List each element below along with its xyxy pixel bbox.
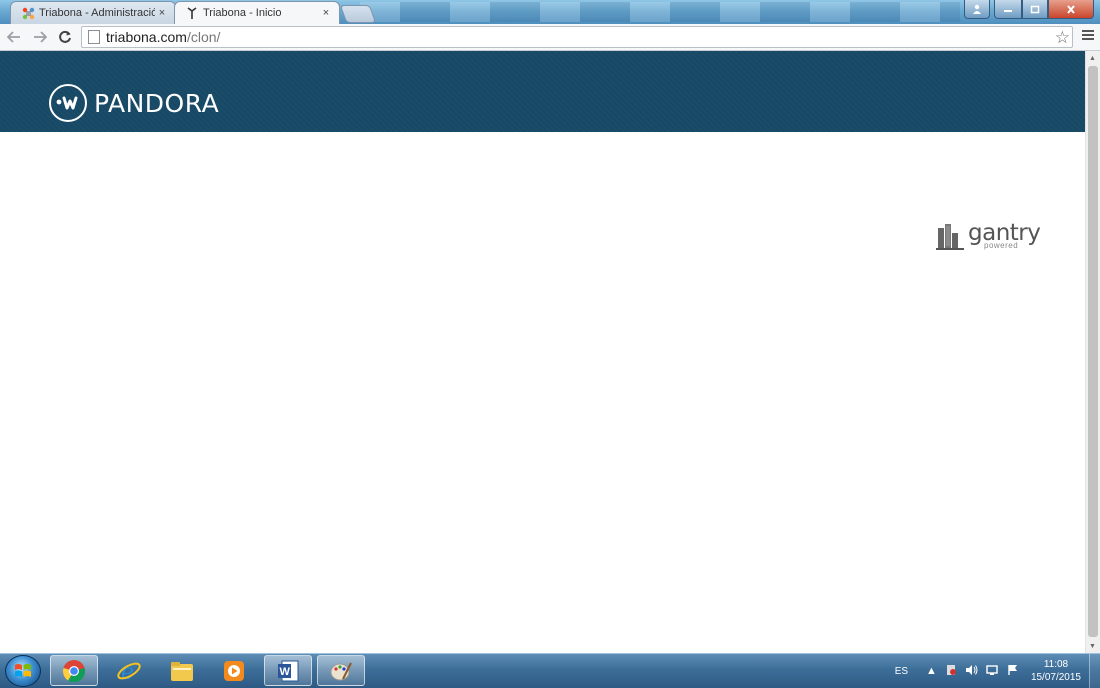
triabona-icon (185, 6, 199, 20)
tab-administracion[interactable]: Triabona - Administración × (10, 1, 176, 24)
internet-explorer-icon: e (117, 660, 141, 684)
minimize-button[interactable] (994, 0, 1022, 19)
volume-icon[interactable] (965, 664, 978, 679)
close-tab-icon[interactable]: × (155, 7, 169, 19)
clock-date: 15/07/2015 (1030, 672, 1081, 683)
page-viewport: PANDORA gantry powered (0, 51, 1085, 653)
logo-text: PANDORA (94, 88, 220, 118)
action-center-icon[interactable] (945, 664, 957, 679)
scroll-up-icon[interactable]: ▲ (1089, 55, 1096, 62)
menu-icon[interactable] (1082, 30, 1094, 42)
aero-background (360, 2, 960, 22)
url-host: triabona.com (106, 29, 187, 45)
tab-label: Triabona - Administración (39, 7, 155, 19)
language-indicator[interactable]: ES (895, 666, 908, 677)
site-header: PANDORA (0, 51, 1085, 132)
show-desktop-button[interactable] (1089, 654, 1100, 688)
file-explorer-icon (171, 661, 193, 681)
start-button[interactable] (5, 655, 41, 687)
bookmark-star-icon[interactable]: ☆ (1055, 28, 1070, 48)
gantry-powered-label: powered (984, 241, 1019, 250)
media-player-icon (224, 660, 244, 681)
clock-time: 11:08 (1043, 659, 1069, 670)
gantry-building-icon (936, 223, 964, 255)
svg-text:W: W (280, 666, 291, 678)
browser-toolbar: triabona.com/clon/ ☆ (0, 24, 1100, 51)
close-tab-icon[interactable]: × (319, 7, 333, 19)
network-icon[interactable] (986, 664, 999, 679)
address-bar[interactable]: triabona.com/clon/ ☆ (81, 26, 1073, 48)
gantry-wordmark: gantry (968, 220, 1041, 246)
word-taskbar-button[interactable]: W (264, 655, 312, 686)
clock[interactable]: 11:08 15/07/2015 (1031, 658, 1081, 684)
joomla-icon (21, 6, 35, 20)
forward-arrow-icon[interactable] (30, 27, 50, 47)
windows-logo-icon (15, 664, 31, 677)
word-icon: W (278, 660, 299, 681)
paint-taskbar-button[interactable] (317, 655, 365, 686)
gantry-powered-badge[interactable]: gantry powered (936, 220, 1041, 255)
paint-icon (330, 662, 352, 680)
flag-icon[interactable] (1007, 664, 1019, 679)
browser-title-bar: Triabona - Administración × Triabona - I… (0, 0, 1100, 24)
url-path: /clon/ (186, 29, 221, 45)
window-controls (964, 0, 1094, 19)
ie-taskbar-button[interactable]: e (105, 655, 153, 686)
restore-button[interactable] (1022, 0, 1048, 19)
media-taskbar-button[interactable] (210, 655, 258, 686)
scroll-down-icon[interactable]: ▼ (1089, 643, 1096, 650)
tab-inicio[interactable]: Triabona - Inicio × (174, 1, 340, 24)
system-tray: ES ▲ 11:08 15/07/2015 (895, 654, 1100, 688)
windows-taskbar: e W ES ▲ 11:08 15/07/2015 (0, 653, 1100, 688)
tab-label: Triabona - Inicio (203, 7, 282, 19)
page-icon (88, 30, 100, 44)
new-tab-button[interactable] (339, 5, 377, 23)
scrollbar-thumb[interactable] (1088, 66, 1098, 637)
show-hidden-icons-icon[interactable]: ▲ (926, 665, 937, 677)
pandora-logo-icon (49, 84, 87, 122)
reload-icon[interactable] (55, 27, 75, 47)
vertical-scrollbar[interactable]: ▲ ▼ (1085, 51, 1100, 653)
site-logo[interactable]: PANDORA (49, 84, 219, 122)
close-window-button[interactable] (1048, 0, 1094, 19)
explorer-taskbar-button[interactable] (158, 655, 206, 686)
back-arrow-icon[interactable] (4, 27, 24, 47)
chrome-icon (62, 659, 86, 682)
chrome-taskbar-button[interactable] (50, 655, 98, 686)
user-icon[interactable] (964, 0, 990, 19)
